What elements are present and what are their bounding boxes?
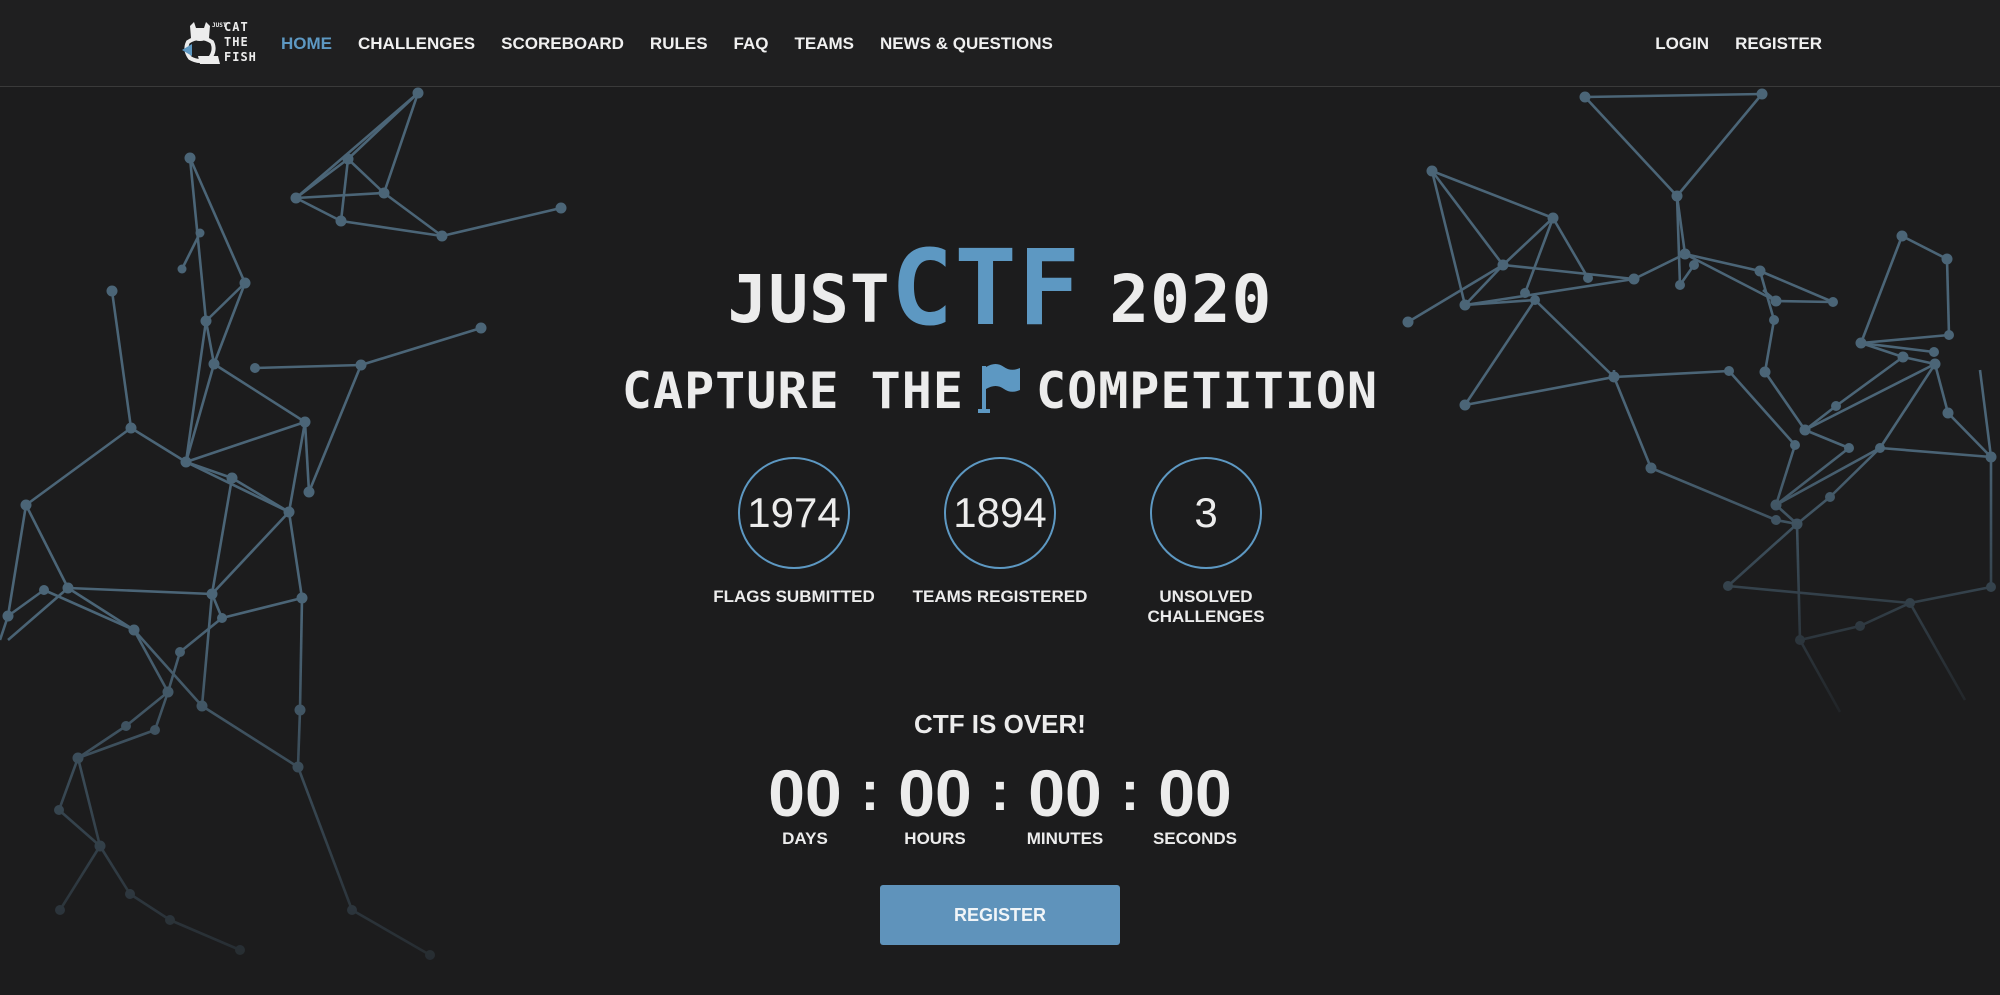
- navbar: JUST CAT THE FISH HOME CHALLENGES SCOREB…: [0, 0, 2000, 87]
- nav-rules[interactable]: RULES: [650, 34, 708, 54]
- nav-news-questions[interactable]: NEWS & QUESTIONS: [880, 34, 1053, 54]
- flag-icon: [978, 364, 1020, 413]
- nav-faq[interactable]: FAQ: [734, 34, 769, 54]
- auth-nav: LOGIN REGISTER: [1629, 0, 1822, 87]
- ctf-status: CTF IS OVER!: [914, 709, 1086, 739]
- countdown-value: 00: [1028, 756, 1102, 830]
- logo-line-1: CAT: [224, 20, 249, 34]
- event-subtitle: CAPTURE THE COMPETITION: [0, 362, 2000, 420]
- stats-row: 1974 FLAGS SUBMITTED 1894 TEAMS REGISTER…: [0, 457, 2000, 627]
- hero-section: JUSTCTF 2020 CAPTURE THE COMPETITION 1974…: [0, 87, 2000, 995]
- justcatthefish-logo[interactable]: JUST CAT THE FISH: [178, 20, 258, 68]
- stat-label: TEAMS REGISTERED: [912, 587, 1088, 606]
- login-link[interactable]: LOGIN: [1655, 34, 1709, 54]
- register-link[interactable]: REGISTER: [1735, 34, 1822, 54]
- countdown-hours: 00 HOURS: [880, 755, 990, 849]
- countdown-separator: :: [990, 759, 1010, 822]
- countdown-days: 00 DAYS: [750, 755, 860, 849]
- logo-text: CAT THE FISH: [224, 20, 257, 65]
- stat-label: FLAGS SUBMITTED: [713, 587, 875, 606]
- countdown-label: SECONDS: [1152, 829, 1238, 848]
- countdown-label: HOURS: [904, 829, 966, 848]
- event-title: JUSTCTF 2020: [0, 227, 2000, 349]
- countdown-separator: :: [1120, 759, 1140, 822]
- countdown-value: 00: [898, 756, 972, 830]
- countdown-separator: :: [860, 759, 880, 822]
- logo-line-3: FISH: [224, 50, 257, 64]
- stat-teams-registered: 1894 TEAMS REGISTERED: [910, 457, 1090, 627]
- stat-value: 1974: [738, 457, 850, 569]
- stat-unsolved-challenges: 3 UNSOLVED CHALLENGES: [1116, 457, 1296, 627]
- countdown-value: 00: [1158, 756, 1232, 830]
- countdown-label: DAYS: [782, 829, 828, 848]
- nav-scoreboard[interactable]: SCOREBOARD: [501, 34, 624, 54]
- countdown-minutes: 00 MINUTES: [1010, 755, 1120, 849]
- subtitle-right: COMPETITION: [1036, 362, 1379, 420]
- logo-line-2: THE: [224, 35, 249, 49]
- nav-teams[interactable]: TEAMS: [795, 34, 855, 54]
- stat-flags-submitted: 1974 FLAGS SUBMITTED: [704, 457, 884, 627]
- stat-label: UNSOLVED CHALLENGES: [1147, 587, 1265, 626]
- countdown-seconds: 00 SECONDS: [1140, 755, 1250, 849]
- stat-value: 3: [1150, 457, 1262, 569]
- page: JUST CAT THE FISH HOME CHALLENGES SCOREB…: [0, 0, 2000, 995]
- countdown-value: 00: [768, 756, 842, 830]
- subtitle-left: CAPTURE THE: [621, 362, 964, 420]
- countdown-label: MINUTES: [1026, 829, 1104, 848]
- nav-challenges[interactable]: CHALLENGES: [358, 34, 475, 54]
- title-year: 2020: [1109, 261, 1273, 338]
- title-just: JUST: [727, 261, 891, 338]
- title-ctf: CTF: [890, 227, 1082, 349]
- stat-value: 1894: [944, 457, 1056, 569]
- countdown-timer: 00 DAYS : 00 HOURS : 00 MINUTES : 00 SEC…: [0, 755, 2000, 849]
- register-button[interactable]: REGISTER: [880, 885, 1120, 945]
- nav-home[interactable]: HOME: [281, 34, 332, 54]
- main-nav: HOME CHALLENGES SCOREBOARD RULES FAQ TEA…: [281, 0, 1079, 87]
